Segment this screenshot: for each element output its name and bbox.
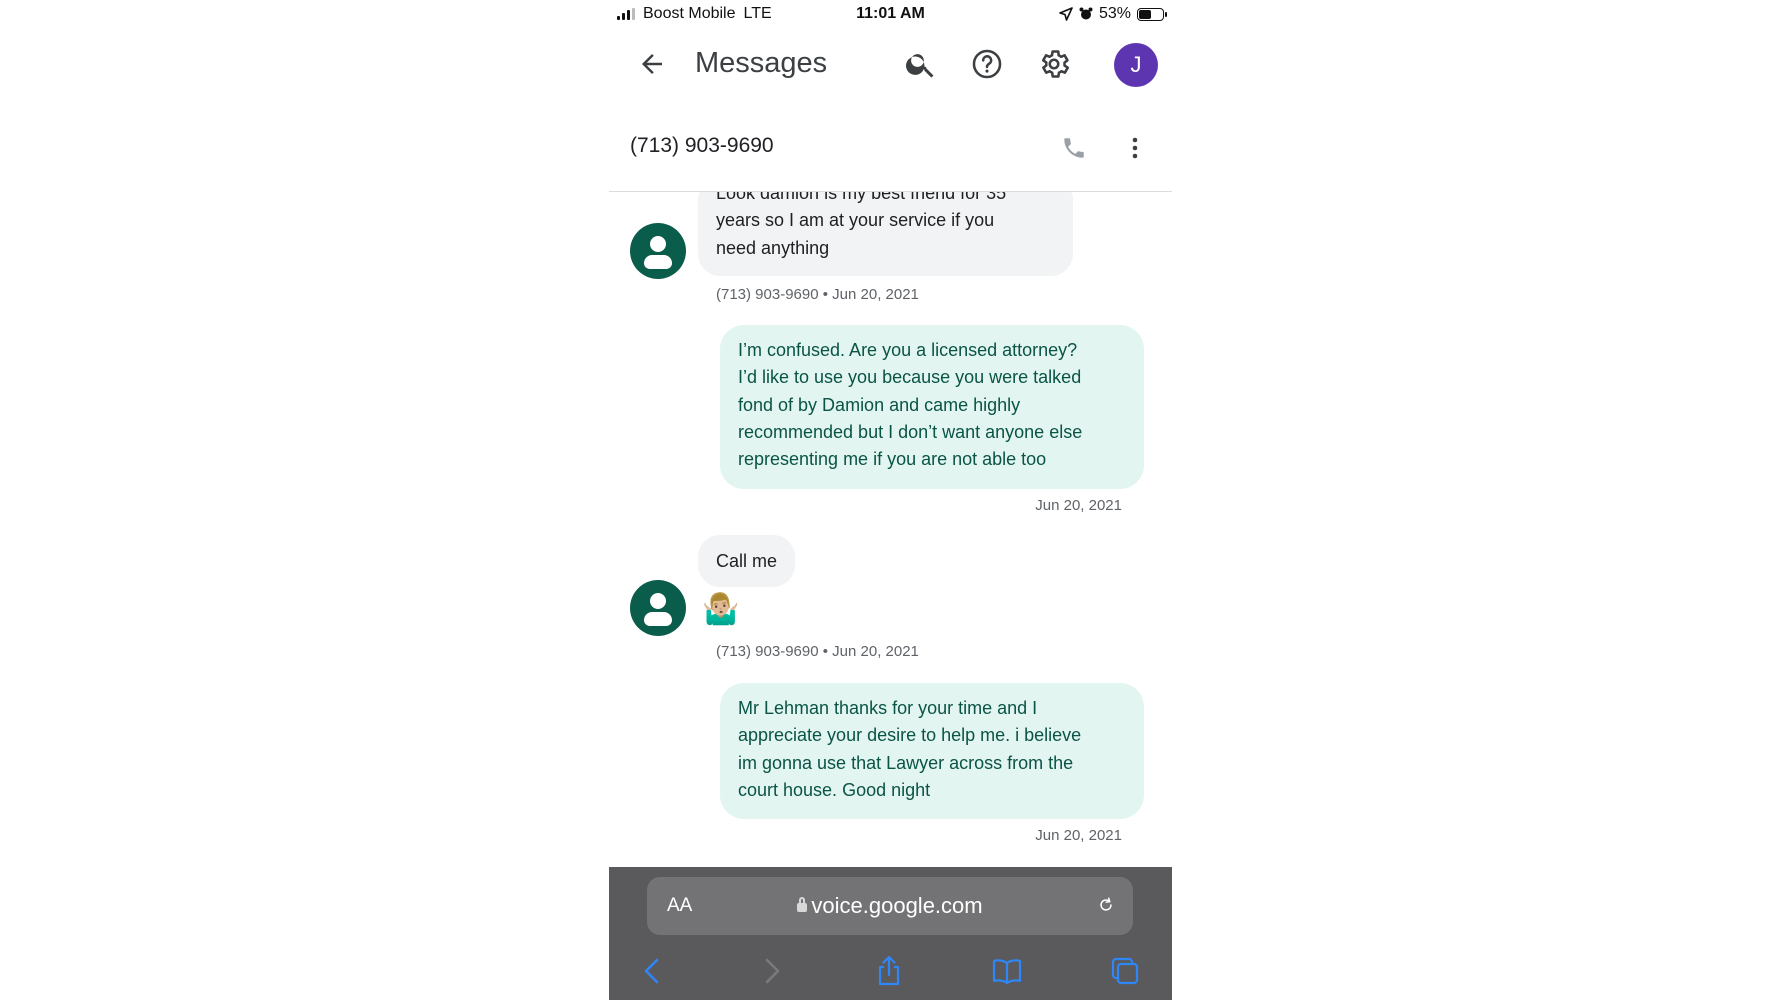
contact-avatar[interactable] (630, 580, 686, 636)
app-title: Messages (695, 47, 828, 79)
contact-avatar[interactable] (630, 223, 686, 279)
account-avatar[interactable]: J (1114, 43, 1158, 87)
message-line: appreciate your desire to help me. i bel… (738, 725, 1082, 746)
message-meta: (713) 903-9690 • Jun 20, 2021 (716, 286, 919, 303)
alarm-icon (1079, 7, 1093, 20)
message-line: Mr Lehman thanks for your time and I (738, 698, 1038, 718)
shrug-emoji[interactable]: 🤷🏼‍♂️ (702, 593, 739, 627)
conversation-title: (713) 903-9690 (630, 134, 774, 157)
address-bar[interactable]: AA voice.google.com (647, 877, 1133, 935)
message-meta: (713) 903-9690 • Jun 20, 2021 (716, 643, 919, 660)
message-thread[interactable]: Look damion is my best friend for 35 yea… (609, 192, 1172, 867)
message-text: Call me (716, 551, 778, 571)
message-line: I’m confused. Are you a licensed attorne… (738, 340, 1078, 360)
back-arrow-icon[interactable] (637, 49, 667, 79)
browser-back-icon[interactable] (637, 955, 669, 987)
message-meta: Jun 20, 2021 (1035, 827, 1122, 844)
message-line: court house. Good night (738, 779, 931, 800)
location-icon (1059, 7, 1073, 21)
message-line: need anything (716, 237, 830, 258)
incoming-message-bubble[interactable]: Call me (698, 535, 796, 587)
bookmarks-icon[interactable] (991, 955, 1023, 987)
message-line: representing me if you are not able too (738, 449, 1047, 470)
battery-percent: 53% (1098, 5, 1131, 22)
url-text: voice.google.com (811, 893, 983, 918)
phone-screen: Boost Mobile LTE 11:01 AM 53% Messages J… (609, 0, 1172, 1000)
lock-icon (797, 897, 808, 912)
share-icon[interactable] (873, 955, 905, 987)
gear-icon[interactable] (1037, 47, 1071, 81)
message-line: fond of by Damion and came highly (738, 394, 1021, 415)
message-line: im gonna use that Lawyer across from the (738, 752, 1074, 773)
search-icon[interactable] (904, 47, 938, 81)
status-bar: Boost Mobile LTE 11:01 AM 53% (609, 0, 1172, 27)
help-icon[interactable] (970, 47, 1004, 81)
more-vert-icon[interactable] (1131, 136, 1139, 160)
conversation-header: (713) 903-9690 (609, 103, 1172, 192)
phone-icon[interactable] (1061, 135, 1087, 161)
outgoing-message-bubble[interactable]: Mr Lehman thanks for your time and I app… (720, 683, 1144, 819)
browser-forward-icon[interactable] (755, 955, 787, 987)
message-line: years so I am at your service if you (716, 210, 995, 231)
app-bar: Messages J (609, 27, 1172, 103)
message-line: Look damion is my best friend for 35 (716, 192, 1007, 203)
tabs-icon[interactable] (1109, 955, 1141, 987)
outgoing-message-bubble[interactable]: I’m confused. Are you a licensed attorne… (720, 325, 1144, 489)
reload-icon[interactable] (1097, 896, 1115, 914)
browser-toolbar: AA voice.google.com (609, 867, 1172, 1000)
message-line: recommended but I don’t want anyone else (738, 421, 1083, 442)
battery-icon (1137, 7, 1167, 21)
message-line: I’d like to use you because you were tal… (738, 367, 1082, 388)
message-meta: Jun 20, 2021 (1035, 497, 1122, 514)
incoming-message-bubble[interactable]: Look damion is my best friend for 35 yea… (698, 192, 1073, 276)
